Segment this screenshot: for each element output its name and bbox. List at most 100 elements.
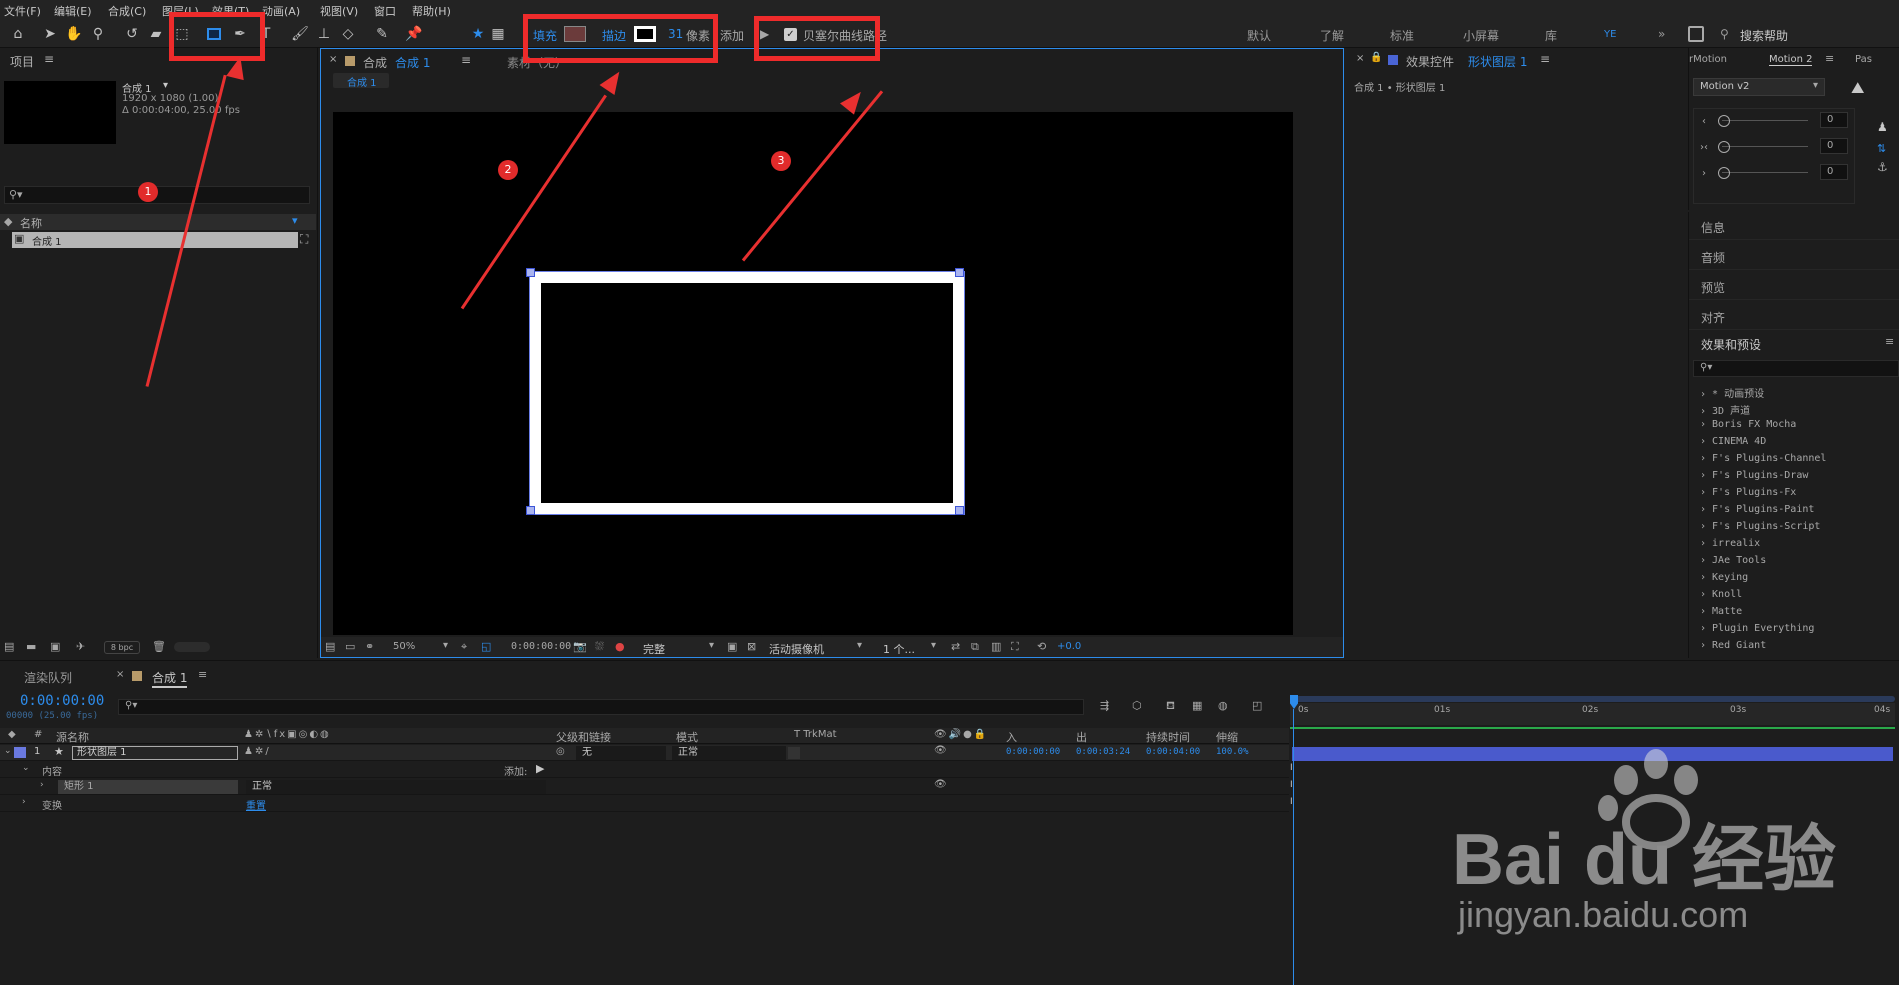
- name-column[interactable]: 名称: [20, 215, 42, 231]
- layer-out-time[interactable]: 0:00:03:24: [1076, 747, 1130, 757]
- comp-tab-name[interactable]: 合成 1: [395, 54, 430, 71]
- effects-category-item[interactable]: › JAe Tools: [1700, 555, 1766, 566]
- rect-row[interactable]: › 矩形 1 正常 👁: [0, 779, 1289, 795]
- snapshot-icon[interactable]: 📷: [573, 640, 587, 653]
- puppet-pin-tool-icon[interactable]: 📌: [404, 24, 424, 44]
- comp-timecode[interactable]: 0:00:00:00: [511, 641, 571, 652]
- add-menu-icon[interactable]: ▶: [536, 762, 544, 775]
- vr-icon[interactable]: ⚭: [365, 640, 374, 653]
- workspace-learn[interactable]: 了解: [1320, 27, 1344, 44]
- anchor-icon[interactable]: ⚓: [1877, 160, 1888, 174]
- effects-category-item[interactable]: › * 动画预设: [1700, 385, 1764, 400]
- fit-icon[interactable]: ⌖: [461, 640, 467, 654]
- exposure-value[interactable]: +0.0: [1057, 641, 1081, 652]
- timeline-timecode[interactable]: 0:00:00:00: [20, 693, 104, 709]
- motion-preset-select[interactable]: Motion v2 ▾: [1693, 78, 1825, 96]
- reset-link[interactable]: 重置: [246, 797, 266, 812]
- slider-1-knob[interactable]: [1718, 115, 1730, 127]
- effects-category-item[interactable]: › Plugin Everything: [1700, 623, 1814, 634]
- toggle-pixel-icon[interactable]: ⇄: [951, 640, 960, 653]
- new-folder-icon[interactable]: ▬: [26, 640, 36, 653]
- transform-row[interactable]: › 变换 重置: [0, 796, 1289, 812]
- sort-icon[interactable]: ▾: [292, 214, 298, 227]
- monitor-icon[interactable]: ▭: [345, 640, 355, 653]
- shape-handle-tr[interactable]: [955, 268, 964, 277]
- layer-switches[interactable]: ♟✲/: [244, 746, 271, 757]
- lock-icon[interactable]: 🔒: [1370, 52, 1382, 63]
- graph-editor-icon[interactable]: ◰: [1252, 699, 1262, 712]
- slider-3-knob[interactable]: [1718, 167, 1730, 179]
- close-tab-icon[interactable]: ×: [329, 54, 337, 65]
- transform-expand-icon[interactable]: ›: [22, 797, 26, 807]
- duration-col[interactable]: 持续时间: [1146, 729, 1190, 745]
- align-panel-tab[interactable]: 对齐: [1689, 302, 1899, 330]
- slider-3-value[interactable]: 0: [1820, 164, 1848, 180]
- shape-handle-bl[interactable]: [526, 506, 535, 515]
- new-comp-icon[interactable]: ▣: [50, 640, 60, 653]
- effects-category-item[interactable]: › Knoll: [1700, 589, 1742, 600]
- views-chevron-icon[interactable]: ▾: [931, 640, 936, 651]
- playhead-line[interactable]: [1293, 709, 1294, 985]
- search-help-field[interactable]: 搜索帮助: [1740, 27, 1788, 44]
- shy-icon[interactable]: ⛾: [1166, 699, 1175, 714]
- trkmat-checkbox[interactable]: [788, 747, 800, 759]
- selection-tool-icon[interactable]: ➤: [40, 24, 60, 44]
- menu-help[interactable]: 帮助(H): [412, 3, 451, 19]
- menu-anim[interactable]: 动画(A): [262, 3, 300, 19]
- effects-category-item[interactable]: › Red Giant: [1700, 640, 1766, 651]
- stretch-col[interactable]: 伸缩: [1216, 729, 1238, 745]
- parent-select[interactable]: 无: [576, 746, 666, 760]
- rect-expand-icon[interactable]: ›: [40, 780, 44, 790]
- audio-panel-tab[interactable]: 音频: [1689, 242, 1899, 270]
- zoom-tool-icon[interactable]: ⚲: [88, 24, 108, 44]
- comp-breadcrumb[interactable]: 合成 1: [333, 73, 389, 89]
- roto-brush-tool-icon[interactable]: ✎: [372, 24, 392, 44]
- workspace-ye[interactable]: YE: [1604, 29, 1616, 40]
- always-preview-icon[interactable]: ▤: [325, 640, 335, 653]
- info-panel-tab[interactable]: 信息: [1689, 212, 1899, 240]
- zoom-dropdown[interactable]: 50%: [393, 641, 415, 652]
- menu-file[interactable]: 文件(F): [4, 3, 41, 19]
- resolution-dropdown[interactable]: 完整: [643, 641, 665, 657]
- layer-row[interactable]: ⌄ 1 ★ 形状图层 1 ♟✲/ ◎ 无 正常 👁 0:00:00:00 0:0…: [0, 745, 1289, 761]
- timeline-menu-icon[interactable]: ≡: [198, 668, 207, 681]
- hand-tool-icon[interactable]: ✋: [64, 24, 84, 44]
- in-col[interactable]: 入: [1006, 729, 1017, 745]
- project-panel-title[interactable]: 项目: [10, 53, 34, 70]
- timeline-comp-tab[interactable]: 合成 1: [152, 669, 188, 688]
- comp-tab-prefix[interactable]: 合成: [363, 54, 387, 71]
- eraser-tool-icon[interactable]: ◇: [338, 24, 358, 44]
- effect-controls-title[interactable]: 效果控件: [1406, 53, 1454, 70]
- effect-controls-layer[interactable]: 形状图层 1: [1468, 53, 1527, 70]
- effects-category-item[interactable]: › irrealix: [1700, 538, 1760, 549]
- camera-chevron-icon[interactable]: ▾: [857, 640, 862, 651]
- add-label[interactable]: 添加: [720, 27, 744, 44]
- keyframe-marker-3[interactable]: I: [1290, 797, 1293, 807]
- slider-2-knob[interactable]: [1718, 141, 1730, 153]
- star-icon[interactable]: ★: [468, 24, 488, 44]
- menu-view[interactable]: 视图(V): [320, 3, 358, 19]
- project-item-comp1[interactable]: ▣ 合成 1: [12, 232, 298, 248]
- checker-icon[interactable]: ▦: [488, 24, 508, 44]
- bpc-button[interactable]: 8 bpc: [104, 641, 140, 654]
- motion-panel-menu-icon[interactable]: ≡: [1825, 52, 1834, 65]
- contents-expand-icon[interactable]: ⌄: [22, 763, 30, 773]
- ease-in-icon[interactable]: ‹: [1702, 116, 1706, 127]
- layer-stretch[interactable]: 100.0%: [1216, 747, 1249, 757]
- brush-tool-icon[interactable]: 🖌: [290, 24, 310, 44]
- effects-category-item[interactable]: › F's Plugins-Channel: [1700, 453, 1826, 464]
- source-name-col[interactable]: 源名称: [56, 729, 89, 745]
- shape-handle-tl[interactable]: [526, 268, 535, 277]
- layer-in-time[interactable]: 0:00:00:00: [1006, 747, 1060, 757]
- comp-panel-menu-icon[interactable]: ≡: [461, 53, 471, 67]
- ease-out-icon[interactable]: ›: [1702, 168, 1706, 179]
- channel-icon[interactable]: ●: [615, 640, 625, 653]
- draft-3d-icon[interactable]: ⬡: [1132, 699, 1142, 712]
- mode-select[interactable]: 正常: [672, 746, 786, 760]
- motion-blur-icon[interactable]: ◍: [1218, 699, 1228, 712]
- roi-icon[interactable]: ▣: [727, 640, 737, 653]
- home-icon[interactable]: ⌂: [8, 24, 28, 44]
- out-col[interactable]: 出: [1076, 729, 1087, 745]
- layer-duration[interactable]: 0:00:04:00: [1146, 747, 1200, 757]
- layer-color-swatch[interactable]: [14, 747, 26, 758]
